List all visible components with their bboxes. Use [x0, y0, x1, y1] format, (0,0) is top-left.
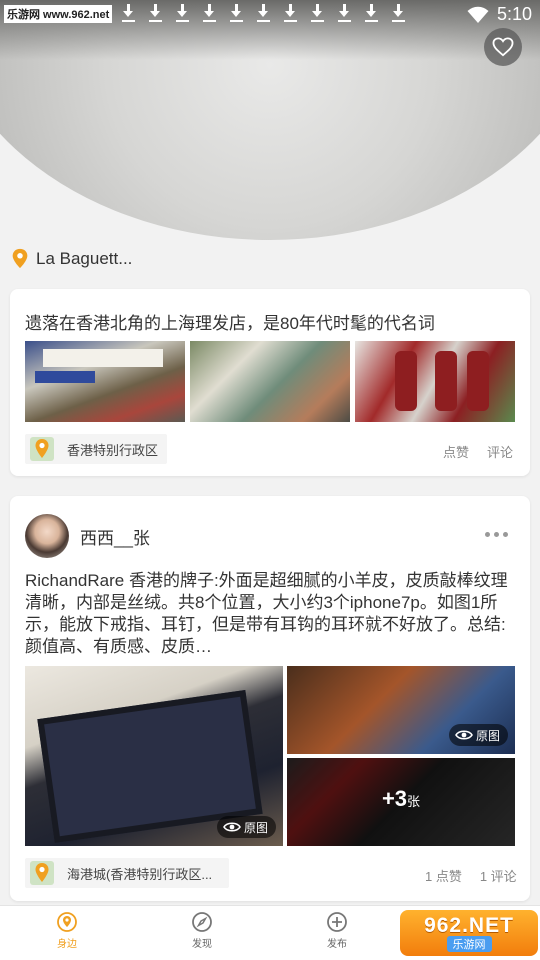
more-images-count[interactable]: +3张	[287, 786, 515, 812]
nav-nearby[interactable]: 身边	[37, 912, 97, 950]
comment-button[interactable]: 1 评论	[480, 866, 517, 885]
location-pin-icon	[12, 248, 28, 269]
location-name: La Baguett...	[36, 249, 133, 268]
heart-outline-icon	[492, 37, 514, 57]
download-icon	[174, 4, 191, 22]
header-photo	[0, 0, 540, 240]
download-icon	[282, 4, 299, 22]
download-icon	[147, 4, 164, 22]
post-text[interactable]: RichandRare 香港的牌子:外面是超细腻的小羊皮，皮质敲棒纹理清晰，内部…	[25, 570, 517, 658]
map-pin-icon	[30, 861, 54, 885]
post-image[interactable]: 原图	[25, 666, 283, 846]
nearby-icon	[57, 912, 77, 932]
view-original-badge[interactable]: 原图	[449, 724, 509, 746]
eye-icon	[455, 730, 473, 740]
status-bar: 乐游网 www.962.net 5:10	[0, 0, 540, 28]
eye-icon	[223, 822, 241, 832]
post-location-text: 香港特别行政区	[67, 442, 159, 458]
like-button[interactable]: 点赞	[443, 442, 469, 461]
download-icon	[255, 4, 272, 22]
comment-button[interactable]: 评论	[487, 442, 513, 461]
compass-icon	[192, 912, 212, 932]
author-name[interactable]: 西西__张	[80, 524, 150, 549]
post-image[interactable]: +3张	[287, 758, 515, 846]
download-icon	[309, 4, 326, 22]
post-card[interactable]: 西西__张 RichandRare 香港的牌子:外面是超细腻的小羊皮，皮质敲棒纹…	[10, 496, 530, 901]
download-icon	[336, 4, 353, 22]
post-location-text: 海港城(香港特别行政区...	[67, 866, 213, 882]
site-watermark: 乐游网 www.962.net	[4, 5, 113, 23]
avatar[interactable]	[25, 514, 69, 558]
post-images	[25, 341, 515, 422]
view-original-badge[interactable]: 原图	[217, 816, 277, 838]
post-location-chip[interactable]: 香港特别行政区	[25, 434, 167, 464]
download-icon	[228, 4, 245, 22]
post-title[interactable]: 遗落在香港北角的上海理发店，是80年代时髦的代名词	[25, 309, 435, 334]
download-icon	[390, 4, 407, 22]
more-options-button[interactable]	[485, 532, 508, 537]
favorite-button[interactable]	[484, 28, 522, 66]
nav-publish[interactable]: 发布	[307, 912, 367, 950]
clock: 5:10	[496, 4, 532, 24]
download-icon	[120, 4, 137, 22]
location-row[interactable]: La Baguett...	[10, 246, 132, 272]
like-button[interactable]: 1 点赞	[425, 866, 462, 885]
post-image[interactable]: 原图	[287, 666, 515, 754]
post-images: 原图 原图 +3张	[25, 666, 515, 846]
plus-circle-icon	[327, 912, 347, 932]
download-icon	[201, 4, 218, 22]
site-watermark-logo: 962.NET 乐游网	[400, 910, 538, 956]
post-image[interactable]	[355, 341, 515, 422]
notification-icons	[120, 4, 407, 22]
post-card[interactable]: 遗落在香港北角的上海理发店，是80年代时髦的代名词 香港特别行政区 点赞 评论	[10, 289, 530, 476]
download-icon	[363, 4, 380, 22]
wifi-icon	[467, 6, 489, 23]
nav-discover[interactable]: 发现	[172, 912, 232, 950]
post-image[interactable]	[25, 341, 185, 422]
post-image[interactable]	[190, 341, 350, 422]
map-pin-icon	[30, 437, 54, 461]
post-location-chip[interactable]: 海港城(香港特别行政区...	[25, 858, 229, 888]
